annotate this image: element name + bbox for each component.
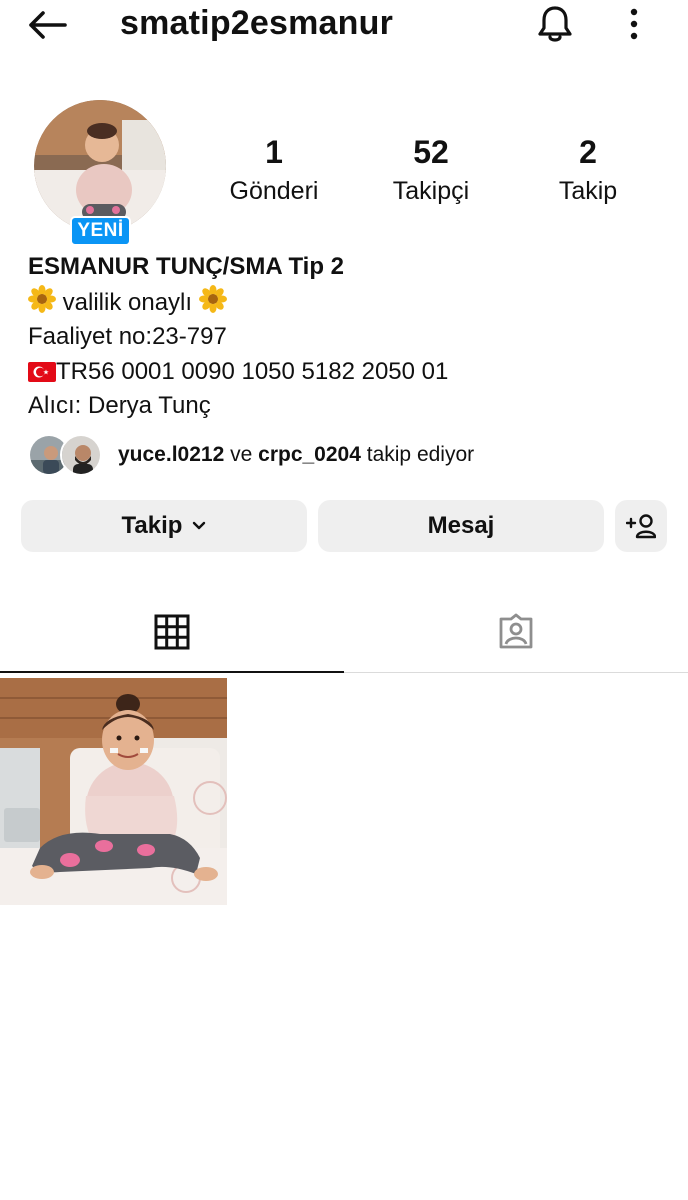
posts-count-value: 1: [265, 134, 283, 170]
new-badge: YENİ: [70, 216, 131, 246]
bell-icon: [538, 6, 572, 42]
bio-iban-line: TR56 0001 0090 1050 5182 2050 01: [28, 355, 668, 390]
posts-count-label: Gönderi: [229, 177, 319, 205]
avatar-photo: [34, 100, 166, 232]
active-tab-indicator: [0, 671, 344, 673]
bio-line-verified: valilik onaylı: [28, 284, 668, 321]
top-bar: smatip2esmanur: [0, 0, 688, 50]
chevron-down-icon: [192, 521, 206, 531]
follower-avatar: [60, 434, 102, 476]
suggest-users-button[interactable]: [615, 500, 667, 552]
followed-by-conjunction: ve: [230, 443, 253, 466]
notifications-button[interactable]: [532, 2, 578, 46]
post-thumbnail[interactable]: [0, 678, 227, 905]
more-options-button[interactable]: [618, 4, 650, 44]
message-button-label: Mesaj: [427, 512, 495, 539]
message-button[interactable]: Mesaj: [318, 500, 604, 552]
bio-activity-number: Faaliyet no:23-797: [28, 323, 227, 350]
profile-avatar[interactable]: [34, 100, 166, 232]
followed-by-user-1[interactable]: yuce.l0212: [118, 443, 224, 466]
add-user-icon: [626, 514, 656, 539]
followed-by-user-2[interactable]: crpc_0204: [258, 443, 361, 466]
profile-bio: ESMANUR TUNÇ/SMA Tip 2 valilik onaylı Fa…: [28, 250, 668, 424]
following-count[interactable]: 2 Takip: [523, 132, 653, 209]
arrow-left-icon: [29, 11, 67, 39]
followers-count-value: 52: [413, 134, 449, 170]
followed-by-row[interactable]: yuce.l0212 ve crpc_0204 takip ediyor: [28, 432, 668, 478]
bio-verified-text: valilik onaylı: [62, 288, 193, 316]
followers-count-label: Takipçi: [392, 177, 470, 205]
following-dropdown-button[interactable]: Takip: [21, 500, 307, 552]
profile-display-name: ESMANUR TUNÇ/SMA Tip 2: [28, 253, 345, 280]
following-button-label: Takip: [121, 512, 183, 539]
turkey-flag-icon: [28, 361, 56, 382]
profile-username: smatip2esmanur: [120, 4, 394, 42]
followed-by-text: yuce.l0212 ve crpc_0204 takip ediyor: [118, 443, 474, 467]
bio-iban-text: TR56 0001 0090 1050 5182 2050 01: [56, 357, 449, 385]
followed-by-suffix: takip ediyor: [366, 443, 475, 466]
tab-posts-grid[interactable]: [0, 590, 344, 674]
tab-tagged[interactable]: [344, 590, 688, 674]
grid-icon: [154, 614, 190, 650]
followers-count[interactable]: 52 Takipçi: [366, 132, 496, 209]
following-count-value: 2: [579, 134, 597, 170]
following-count-label: Takip: [558, 177, 618, 205]
posts-count[interactable]: 1 Gönderi: [209, 132, 339, 209]
bio-recipient: Alıcı: Derya Tunç: [28, 392, 211, 419]
more-vertical-icon: [630, 8, 638, 40]
back-button[interactable]: [24, 6, 70, 44]
sunflower-icon: [28, 284, 56, 313]
tagged-icon: [499, 613, 533, 649]
post-photo: [0, 678, 227, 905]
sunflower-icon: [198, 284, 227, 313]
